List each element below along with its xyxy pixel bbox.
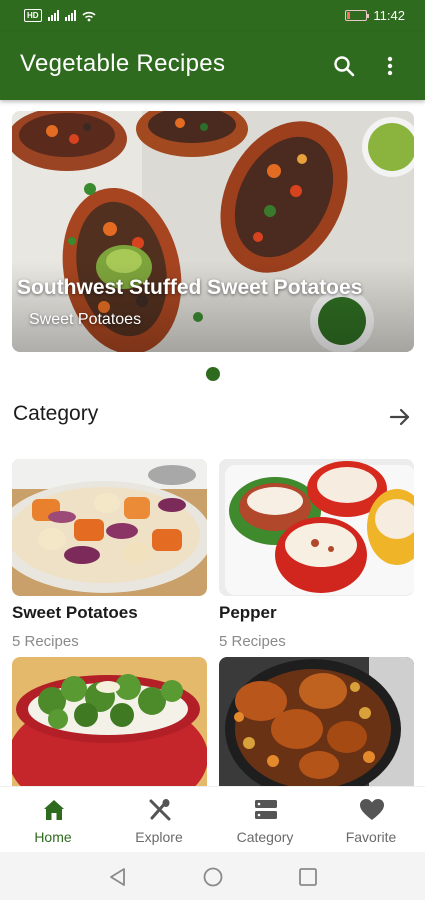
nav-label-home: Home (34, 829, 72, 845)
network-badge: HD (24, 9, 42, 22)
signal-icon-2 (64, 10, 76, 21)
more-options-button[interactable] (376, 52, 404, 80)
category-card-chicken[interactable] (219, 657, 414, 786)
heart-icon (360, 799, 384, 820)
broccoli-image (12, 657, 207, 786)
category-card-pepper[interactable] (219, 459, 414, 596)
featured-recipe-title: Southwest Stuffed Sweet Potatoes (17, 276, 363, 299)
nav-item-favorite[interactable]: Favorite (318, 787, 424, 853)
see-all-categories-button[interactable] (388, 405, 412, 429)
utensils-icon (149, 799, 171, 821)
search-icon (334, 56, 355, 77)
bottom-navigation: Home Explore Category Favorite (0, 786, 425, 852)
app-bar: Vegetable Recipes (0, 32, 425, 100)
nav-item-explore[interactable]: Explore (106, 787, 212, 853)
nav-label-category: Category (236, 829, 294, 845)
battery-icon (345, 10, 370, 21)
home-icon (44, 800, 64, 820)
category-name: Pepper (219, 603, 277, 622)
status-icons-left: HD (24, 9, 96, 22)
category-name: Sweet Potatoes (12, 603, 138, 622)
nav-item-home[interactable]: Home (0, 787, 106, 853)
status-bar: HD 11:42 (0, 0, 425, 32)
category-section-title: Category (13, 402, 99, 425)
sweet-potatoes-image (12, 459, 207, 596)
search-button[interactable] (330, 52, 358, 80)
arrow-right-icon (389, 408, 410, 426)
chicken-image (219, 657, 414, 786)
wifi-icon (82, 11, 96, 21)
back-triangle-icon[interactable] (107, 866, 129, 888)
app-title: Vegetable Recipes (20, 50, 226, 77)
nav-item-category[interactable]: Category (212, 787, 318, 853)
category-recipe-count: 5 Recipes (219, 633, 286, 650)
recents-square-icon[interactable] (297, 866, 319, 888)
nav-label-favorite: Favorite (345, 829, 397, 845)
system-navigation-bar (0, 852, 425, 900)
category-card-broccoli[interactable] (12, 657, 207, 786)
carousel-indicator-dot[interactable] (206, 367, 220, 381)
category-card-sweet-potatoes[interactable] (12, 459, 207, 596)
pepper-image (219, 459, 414, 596)
home-circle-icon[interactable] (202, 866, 224, 888)
status-icons-right: 11:42 (345, 8, 405, 23)
category-recipe-count: 5 Recipes (12, 633, 79, 650)
more-vert-icon (387, 56, 393, 76)
featured-recipe-category: Sweet Potatoes (29, 311, 142, 328)
category-icon (255, 800, 277, 819)
nav-label-explore: Explore (135, 829, 183, 845)
status-time: 11:42 (373, 8, 405, 23)
signal-icon (47, 10, 59, 21)
